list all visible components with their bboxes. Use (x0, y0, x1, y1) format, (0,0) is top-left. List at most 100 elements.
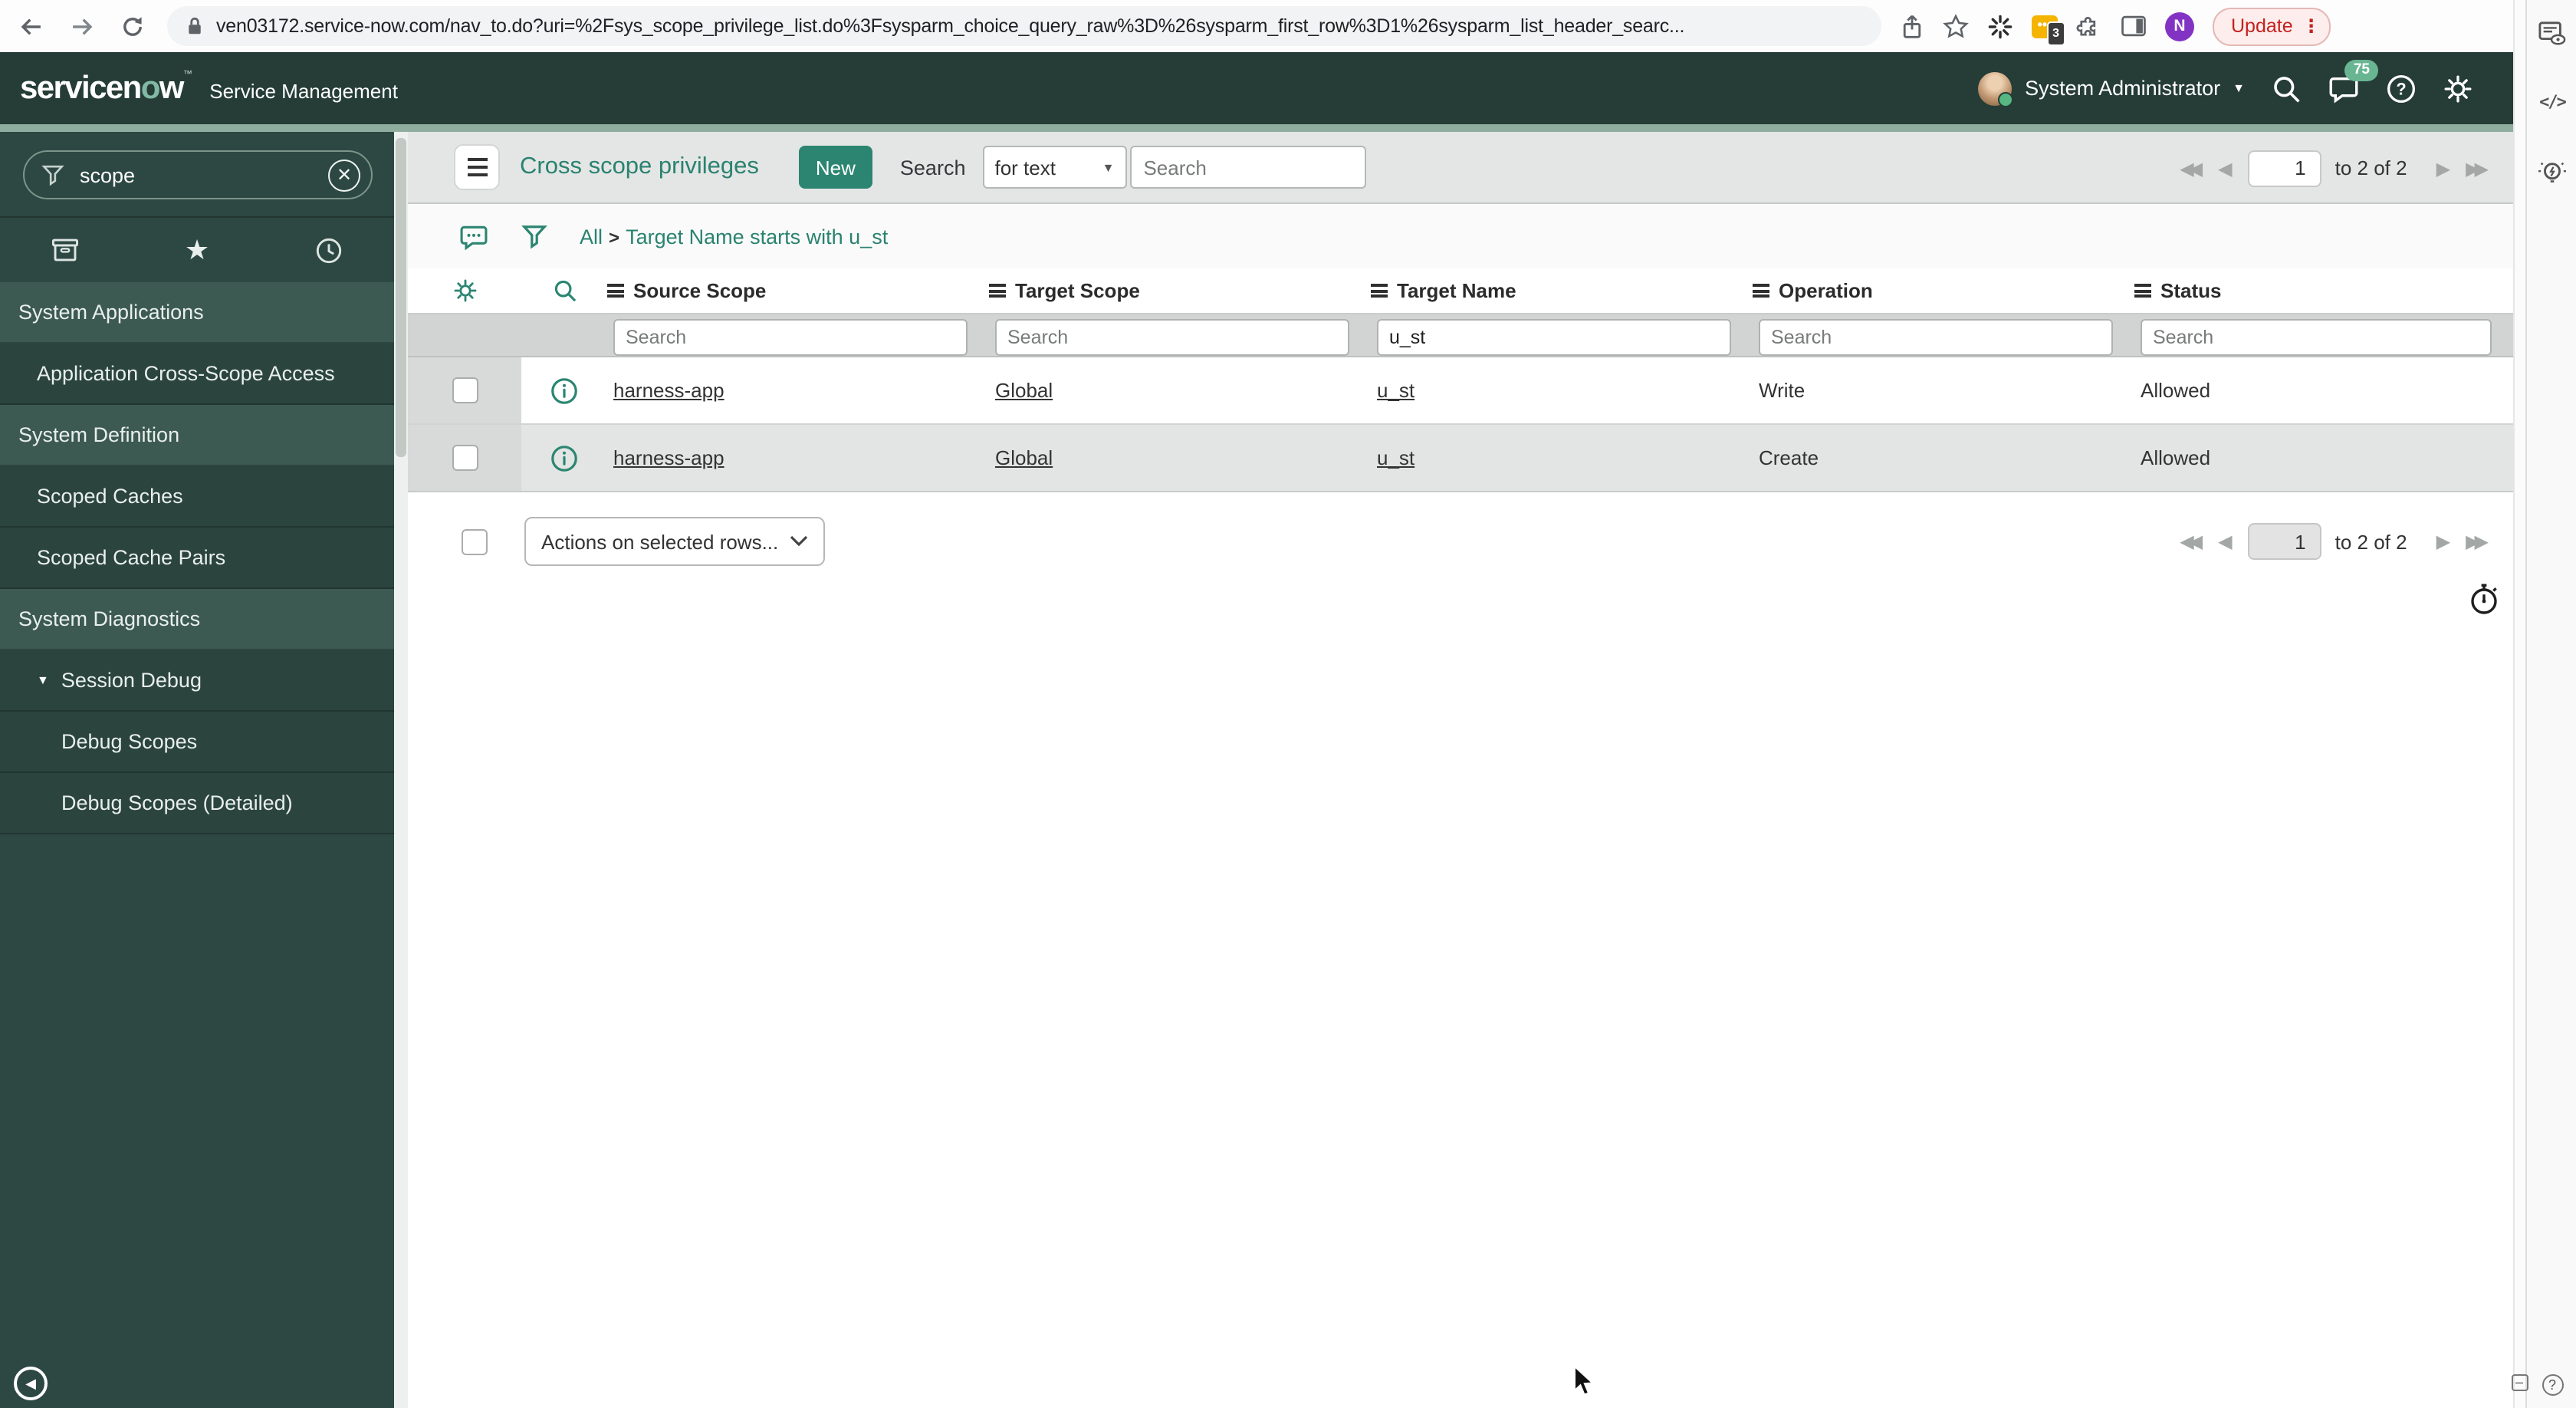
cell-operation: Write (1759, 379, 1806, 402)
servicenow-logo[interactable]: servicenow™ (20, 70, 192, 107)
navigator-filter-input[interactable] (77, 162, 313, 188)
search-type-select[interactable]: for text ▼ (982, 146, 1127, 189)
column-header-source-scope[interactable]: Source Scope (607, 279, 766, 302)
header-accent-line (0, 124, 2513, 132)
browser-back-icon[interactable] (11, 6, 51, 46)
expanded-caret-icon[interactable]: ▼ (37, 673, 49, 687)
column-search-toggle-icon[interactable] (521, 268, 607, 313)
filter-icon[interactable] (521, 222, 547, 250)
sidebar-item-system-applications[interactable]: System Applications (0, 282, 394, 344)
cell-target-scope-link[interactable]: Global (995, 446, 1053, 469)
page-number-input[interactable] (2247, 523, 2321, 560)
tab-favorites[interactable]: ★ (131, 218, 262, 282)
prev-page-icon[interactable]: ◀ (2218, 159, 2232, 177)
clear-filter-icon[interactable]: ✕ (328, 159, 360, 191)
bookmark-star-icon[interactable] (1943, 13, 1969, 39)
saved-filter-chat-icon[interactable] (458, 222, 489, 251)
browser-update-button[interactable]: Update ⋮ (2213, 7, 2331, 45)
row-info-icon[interactable] (521, 357, 607, 423)
column-header-target-scope[interactable]: Target Scope (989, 279, 1140, 302)
screen: ven03172.service-now.com/nav_to.do?uri=%… (0, 0, 2576, 1408)
filter-input-source-scope[interactable] (613, 319, 968, 356)
select-all-checkbox[interactable] (462, 528, 488, 554)
user-avatar[interactable] (1977, 71, 2013, 107)
address-bar[interactable]: ven03172.service-now.com/nav_to.do?uri=%… (167, 6, 1881, 46)
browser-menu-kebab-icon[interactable]: ⋮ (2302, 15, 2321, 37)
sidebar-item-application-cross-scope-access[interactable]: Application Cross-Scope Access (0, 344, 394, 405)
cell-source-scope-link[interactable]: harness-app (613, 379, 724, 402)
sidebar-item-scoped-cache-pairs[interactable]: Scoped Cache Pairs (0, 528, 394, 589)
row-info-icon[interactable] (521, 425, 607, 491)
filter-input-status[interactable] (2141, 319, 2492, 356)
conversations-icon[interactable]: 75 (2328, 59, 2378, 104)
help-icon[interactable]: ? (2386, 73, 2417, 104)
page-number-input[interactable] (2247, 150, 2321, 186)
list-search-input[interactable] (1129, 146, 1366, 189)
new-button[interactable]: New (798, 146, 872, 189)
insights-lightbulb-icon[interactable] (2527, 158, 2576, 190)
sidebar-item-system-definition[interactable]: System Definition (0, 405, 394, 466)
browser-reload-icon[interactable] (112, 6, 152, 46)
filter-input-operation[interactable] (1759, 319, 2113, 356)
next-page-icon[interactable]: ▶ (2436, 159, 2450, 177)
sidebar-scrollbar[interactable] (394, 132, 408, 1408)
last-page-icon[interactable]: ▶▶ (2466, 532, 2489, 551)
first-page-icon[interactable]: ◀◀ (2180, 159, 2203, 177)
cell-operation: Create (1759, 446, 1819, 469)
list-personalize-gear-icon[interactable] (408, 268, 521, 313)
bottom-pagination: ◀◀ ◀ to 2 of 2 ▶ ▶▶ (2180, 517, 2489, 566)
filter-input-target-scope[interactable] (995, 319, 1349, 356)
browser-forward-icon[interactable] (61, 6, 101, 46)
last-page-icon[interactable]: ▶▶ (2466, 159, 2489, 177)
side-panel-icon[interactable] (2121, 14, 2147, 38)
user-menu-caret-icon[interactable]: ▼ (2233, 81, 2245, 95)
column-header-status[interactable]: Status (2134, 279, 2221, 302)
cell-source-scope-link[interactable]: harness-app (613, 446, 724, 469)
column-header-operation[interactable]: Operation (1753, 279, 1873, 302)
user-menu[interactable]: System Administrator (2025, 77, 2220, 100)
sidebar-item-scoped-caches[interactable]: Scoped Caches (0, 466, 394, 528)
form-view-icon[interactable] (2527, 20, 2576, 48)
extension-spinner-icon[interactable] (1987, 13, 2013, 39)
sidebar-item-debug-scopes-detailed[interactable]: Debug Scopes (Detailed) (0, 773, 394, 834)
share-icon[interactable] (1900, 13, 1924, 39)
extensions-puzzle-icon[interactable] (2076, 13, 2102, 39)
list-title[interactable]: Cross scope privileges (520, 153, 759, 181)
cell-target-name-link[interactable]: u_st (1377, 446, 1414, 469)
column-header-target-name[interactable]: Target Name (1371, 279, 1516, 302)
list-footer: Actions on selected rows... ◀◀ ◀ to 2 of… (408, 517, 2513, 566)
column-menu-icon (989, 284, 1006, 298)
row-checkbox[interactable] (452, 377, 478, 403)
next-page-icon[interactable]: ▶ (2436, 532, 2450, 551)
filter-input-target-name[interactable] (1377, 319, 1731, 356)
breadcrumb-filter-link[interactable]: Target Name starts with u_st (626, 225, 888, 248)
search-label: Search (899, 156, 966, 179)
cell-status: Allowed (2141, 446, 2211, 469)
prev-page-icon[interactable]: ◀ (2218, 532, 2232, 551)
main-scrollbar[interactable] (2513, 0, 2525, 1408)
star-icon: ★ (184, 235, 210, 265)
first-page-icon[interactable]: ◀◀ (2180, 532, 2203, 551)
sidebar-item-debug-scopes[interactable]: Debug Scopes (0, 712, 394, 773)
actions-dropdown[interactable]: Actions on selected rows... (524, 517, 825, 566)
response-time-stopwatch-icon[interactable] (2467, 581, 2501, 617)
global-search-icon[interactable] (2271, 73, 2302, 104)
list-context-menu-button[interactable] (454, 144, 500, 190)
tab-all-applications[interactable] (0, 218, 131, 282)
tab-history[interactable] (263, 218, 394, 282)
navigator-filter[interactable]: ✕ (23, 150, 373, 199)
row-checkbox[interactable] (452, 445, 478, 471)
code-panel-icon[interactable]: </> (2527, 92, 2576, 112)
collapse-sidebar-button[interactable]: ◀ (14, 1367, 48, 1400)
help-question-icon[interactable]: ? (2527, 1374, 2576, 1396)
navigator-menu: System Applications Application Cross-Sc… (0, 282, 394, 834)
cell-target-scope-link[interactable]: Global (995, 379, 1053, 402)
browser-profile-avatar[interactable]: N (2165, 12, 2194, 41)
cell-target-name-link[interactable]: u_st (1377, 379, 1414, 402)
table-row: harness-app Global u_st Write Allowed (408, 357, 2513, 425)
sidebar-item-session-debug[interactable]: ▼ Session Debug (0, 650, 394, 712)
sidebar-item-system-diagnostics[interactable]: System Diagnostics (0, 589, 394, 650)
extension-chat-icon[interactable]: ••• 3 (2032, 15, 2065, 45)
breadcrumb-all-link[interactable]: All (580, 225, 603, 248)
settings-gear-icon[interactable] (2443, 73, 2473, 104)
